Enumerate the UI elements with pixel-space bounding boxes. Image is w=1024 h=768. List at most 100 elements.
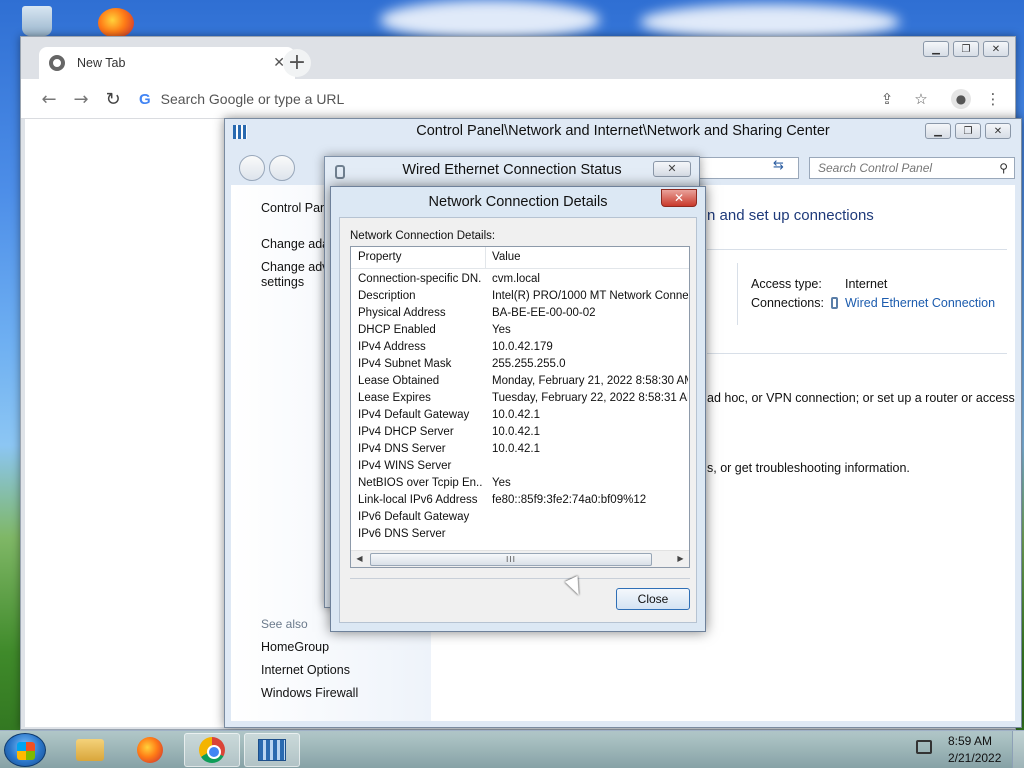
- property-cell: Description: [358, 290, 416, 302]
- property-cell: Link-local IPv6 Address: [358, 494, 478, 506]
- firefox-desktop-icon[interactable]: [98, 8, 134, 38]
- see-also-label: See also: [261, 617, 308, 631]
- value-cell: Monday, February 21, 2022 8:58:30 AM: [492, 375, 688, 387]
- control-panel-title: Control Panel\Network and Internet\Netwo…: [416, 123, 830, 139]
- network-details-dialog: Network Connection Details ✕ Network Con…: [330, 186, 706, 632]
- table-row[interactable]: IPv4 DHCP Server 10.0.42.1: [351, 425, 689, 442]
- value-cell: fe80::85f9:3fe2:74a0:bf09%12: [492, 494, 647, 506]
- search-icon[interactable]: ⚲: [999, 161, 1008, 175]
- maximize-button[interactable]: ❐: [953, 41, 979, 57]
- reload-icon[interactable]: ↻: [101, 87, 125, 111]
- property-cell: IPv6 Default Gateway: [358, 511, 470, 523]
- status-dialog-title: Wired Ethernet Connection Status: [402, 162, 622, 178]
- cp-close-button[interactable]: ✕: [985, 123, 1011, 139]
- property-cell: IPv4 Default Gateway: [358, 409, 470, 421]
- table-row[interactable]: Connection-specific DN... cvm.local: [351, 272, 689, 289]
- profile-icon[interactable]: ●: [951, 89, 971, 109]
- tab-new-tab[interactable]: New Tab ✕: [39, 47, 295, 79]
- desktop-cloud: [640, 4, 900, 40]
- property-cell: Physical Address: [358, 307, 446, 319]
- cp-search-input[interactable]: Search Control Panel ⚲: [809, 157, 1015, 179]
- troubleshoot-text: s, or get troubleshooting information.: [707, 461, 910, 475]
- taskbar-chrome[interactable]: [184, 733, 240, 767]
- close-window-button[interactable]: ✕: [983, 41, 1009, 57]
- scroll-thumb[interactable]: III: [370, 553, 652, 566]
- table-row[interactable]: Physical Address BA-BE-EE-00-00-02: [351, 306, 689, 323]
- table-row[interactable]: Lease Expires Tuesday, February 22, 2022 …: [351, 391, 689, 408]
- details-dialog-title: Network Connection Details: [428, 194, 608, 210]
- table-row[interactable]: DHCP Enabled Yes: [351, 323, 689, 340]
- omnibox[interactable]: G Search Google or type a URL: [139, 85, 899, 113]
- column-header-value[interactable]: Value: [492, 251, 521, 263]
- value-cell: 10.0.42.1: [492, 409, 540, 421]
- details-label: Network Connection Details:: [350, 230, 496, 242]
- value-cell: cvm.local: [492, 273, 540, 285]
- property-cell: IPv4 DNS Server: [358, 443, 446, 455]
- table-row[interactable]: IPv6 DNS Server: [351, 527, 689, 544]
- table-row[interactable]: IPv4 Subnet Mask 255.255.255.0: [351, 357, 689, 374]
- share-icon[interactable]: ⇪: [877, 89, 897, 109]
- network-tray-icon[interactable]: [916, 740, 932, 754]
- close-button[interactable]: Close: [616, 588, 690, 610]
- see-also-windows-firewall[interactable]: Windows Firewall: [261, 686, 358, 700]
- horizontal-scrollbar[interactable]: ◀ III ▶: [351, 550, 689, 567]
- value-cell: Intel(R) PRO/1000 MT Network Connecti: [492, 290, 688, 302]
- column-divider[interactable]: [485, 247, 486, 269]
- chrome-window-controls: ▁ ❐ ✕: [919, 41, 1009, 57]
- start-button[interactable]: [4, 733, 46, 767]
- ethernet-icon: [831, 297, 838, 309]
- property-cell: DHCP Enabled: [358, 324, 436, 336]
- divider: [707, 249, 1007, 250]
- scroll-right-icon[interactable]: ▶: [672, 551, 689, 567]
- chrome-toolbar: ← → ↻ G Search Google or type a URL ⇪ ☆ …: [21, 79, 1015, 119]
- sidebar-item-change-advanced-cont[interactable]: settings: [261, 275, 304, 289]
- recycle-bin-icon[interactable]: [22, 6, 52, 36]
- value-cell: 10.0.42.1: [492, 443, 540, 455]
- table-row[interactable]: Link-local IPv6 Address fe80::85f9:3fe2:7…: [351, 493, 689, 510]
- status-close-button[interactable]: ✕: [653, 161, 691, 177]
- google-icon: G: [139, 90, 151, 108]
- table-row[interactable]: Lease Obtained Monday, February 21, 2022 …: [351, 374, 689, 391]
- firefox-icon: [137, 737, 163, 763]
- show-desktop-button[interactable]: [1012, 731, 1024, 768]
- menu-kebab-icon[interactable]: ⋮: [983, 89, 1003, 109]
- cp-maximize-button[interactable]: ❐: [955, 123, 981, 139]
- cp-refresh-icon[interactable]: ⇆: [773, 158, 784, 173]
- table-row[interactable]: NetBIOS over Tcpip En... Yes: [351, 476, 689, 493]
- table-row[interactable]: IPv4 Default Gateway 10.0.42.1: [351, 408, 689, 425]
- table-row[interactable]: IPv4 DNS Server 10.0.42.1: [351, 442, 689, 459]
- cp-back-button[interactable]: [239, 155, 265, 181]
- cp-window-controls: ▁ ❐ ✕: [921, 123, 1011, 139]
- details-close-x-button[interactable]: ✕: [661, 189, 697, 207]
- property-cell: Lease Expires: [358, 392, 431, 404]
- see-also-homegroup[interactable]: HomeGroup: [261, 640, 329, 654]
- new-tab-button[interactable]: +: [283, 49, 311, 77]
- setup-connection-text: ad hoc, or VPN connection; or set up a r…: [707, 391, 1015, 405]
- list-header: Property Value: [351, 247, 689, 269]
- table-row[interactable]: IPv4 WINS Server: [351, 459, 689, 476]
- taskbar-control-panel[interactable]: [244, 733, 300, 767]
- table-row[interactable]: Description Intel(R) PRO/1000 MT Network …: [351, 289, 689, 306]
- cp-heading: n and set up connections: [707, 207, 874, 224]
- value-cell: 10.0.42.1: [492, 426, 540, 438]
- table-row[interactable]: IPv4 Address 10.0.42.179: [351, 340, 689, 357]
- table-row[interactable]: IPv6 Default Gateway: [351, 510, 689, 527]
- cp-forward-button[interactable]: [269, 155, 295, 181]
- cp-minimize-button[interactable]: ▁: [925, 123, 951, 139]
- forward-arrow-icon[interactable]: →: [69, 87, 93, 111]
- clock-date[interactable]: 2/21/2022: [948, 751, 1001, 765]
- taskbar-firefox[interactable]: [122, 733, 178, 767]
- column-header-property[interactable]: Property: [358, 251, 401, 263]
- connections-link[interactable]: Wired Ethernet Connection: [845, 296, 995, 310]
- clock-time[interactable]: 8:59 AM: [948, 734, 992, 748]
- divider: [350, 578, 690, 579]
- folder-icon: [76, 739, 104, 761]
- minimize-button[interactable]: ▁: [923, 41, 949, 57]
- details-list[interactable]: Property Value Connection-specific DN...…: [350, 246, 690, 568]
- taskbar-explorer[interactable]: [62, 733, 118, 767]
- cp-search-placeholder: Search Control Panel: [818, 161, 933, 175]
- bookmark-star-icon[interactable]: ☆: [911, 89, 931, 109]
- see-also-internet-options[interactable]: Internet Options: [261, 663, 350, 677]
- scroll-left-icon[interactable]: ◀: [351, 551, 368, 567]
- back-arrow-icon[interactable]: ←: [37, 87, 61, 111]
